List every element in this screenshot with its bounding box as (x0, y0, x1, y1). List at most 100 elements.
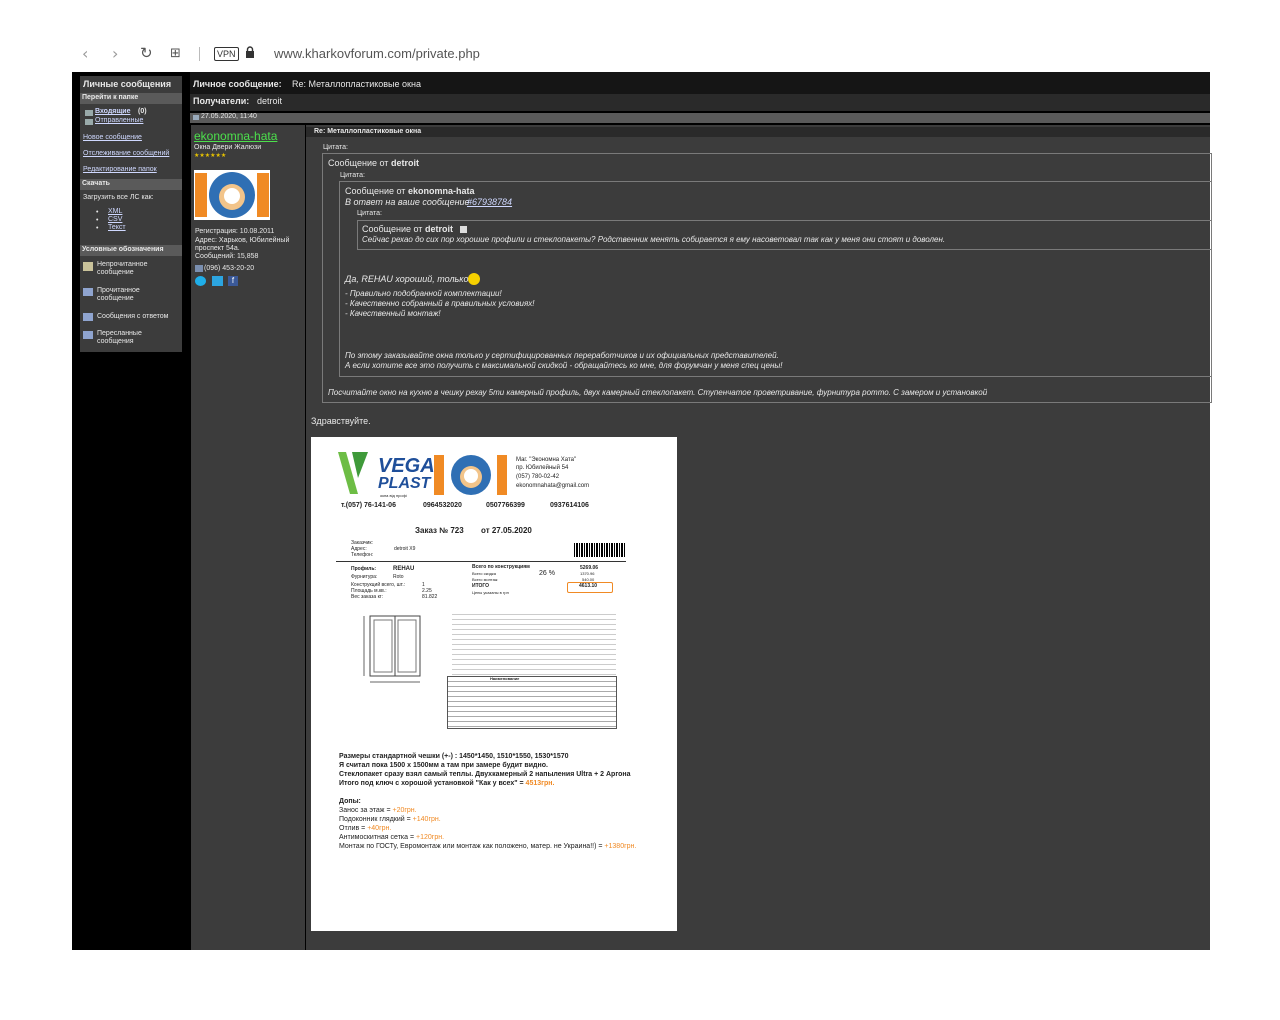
client-value: detroit X9 (394, 546, 416, 552)
ekonomna-hata-logo-icon (194, 170, 270, 220)
goto-folder-header: Перейти к папке (82, 94, 139, 101)
quote-label: Цитата: (323, 144, 348, 151)
extra-item: Монтаж по ГОСТу, Евромонтаж или монтаж к… (339, 843, 637, 850)
extra-item: Антимоскитная сетка = +120грн. (339, 834, 445, 841)
order-date: от 27.05.2020 (481, 526, 532, 535)
profile-value: 81.822 (422, 594, 438, 600)
total-line: Итого под ключ с хорошой установкой "Как… (339, 780, 555, 787)
view-post-icon[interactable] (460, 226, 467, 233)
divider (336, 561, 626, 562)
reply-note: По этому заказывайте окна только у серти… (345, 351, 779, 360)
post-icon (193, 115, 199, 120)
extras-title: Допы: (339, 798, 361, 805)
reply-to-label: В ответ на ваше сообщение (345, 197, 470, 207)
toolbar-divider (199, 47, 200, 61)
message-date: 27.05.2020, 11:40 (201, 113, 257, 120)
sum-total: 4613.10 (579, 583, 598, 589)
username-link[interactable]: ekonomna-hata (194, 129, 277, 143)
vega-plast-logo-icon (338, 452, 368, 494)
edit-folders-link[interactable]: Редактирование папок (83, 166, 157, 173)
inbox-count: (0) (138, 108, 147, 115)
spec-details (452, 610, 616, 676)
message-header-subject: Re: Металлопластиковые окна (292, 79, 421, 89)
user-registration: Регистрация: 10.08.2011 (195, 228, 275, 235)
greeting: Здравствуйте. (311, 416, 371, 426)
download-csv-link[interactable]: CSV (108, 216, 122, 223)
bullet: • (96, 217, 99, 224)
download-xml-link[interactable]: XML (108, 208, 122, 215)
tracking-link[interactable]: Отслеживание сообщений (83, 150, 169, 157)
sidebar-item-inbox[interactable]: Входящие (95, 108, 131, 115)
sum-value: 1370.96 (580, 571, 595, 576)
new-message-link[interactable]: Новое сообщение (83, 134, 142, 141)
extra-item: Подоконник глядкий = +140грн. (339, 816, 441, 823)
bullet: • (96, 225, 99, 232)
replied-message-icon (83, 313, 93, 321)
summary-line: Стеклопакет сразу взял самый теплы. Двух… (339, 771, 631, 778)
sidebar-item-sent[interactable]: Отправленные (95, 117, 143, 124)
profile-label: Профиль: (351, 566, 377, 572)
skype-icon[interactable] (195, 276, 206, 286)
recipients-row (190, 94, 1210, 111)
back-icon[interactable]: ‹ (82, 44, 88, 63)
shop-email: ekonomnahata@gmail.com (516, 483, 590, 489)
spec-table-header: Наименование (490, 676, 520, 681)
read-message-icon (83, 288, 93, 296)
lock-icon[interactable] (245, 46, 255, 59)
legend-read: Прочитанное сообщение (97, 287, 140, 302)
invoice-phone: 0964532020 (423, 502, 462, 509)
extra-item: Занос за этаж = +20грн. (339, 807, 417, 814)
browser-toolbar: ‹ › ↻ ⊞ VPN www.kharkovforum.com/private… (0, 0, 1280, 72)
shop-name: Маг. "Экономна Хата" (516, 457, 577, 463)
quote-label: Цитата: (357, 210, 382, 217)
recipients-label: Получатели: (193, 96, 250, 106)
telegram-icon[interactable] (212, 276, 223, 286)
quoted-text: Сейчас рехао до сих пор хорошие профили … (362, 235, 946, 244)
forwarded-message-icon (83, 331, 93, 339)
quote-author: detroit (391, 158, 419, 168)
user-phone: (096) 453-20-20 (204, 265, 255, 272)
recipients-value: detroit (257, 96, 283, 106)
extra-item: Отлив = +40грн. (339, 825, 392, 832)
brand-tagline: окна від профі (380, 493, 407, 498)
sum-label: ИТОГО (472, 583, 490, 589)
tabs-grid-icon[interactable]: ⊞ (170, 46, 181, 61)
summary-line: Размеры стандартной чешки (+-) : 1450*14… (339, 753, 569, 760)
subject-row (306, 127, 1210, 137)
unread-message-icon (83, 262, 93, 271)
profile-value: Roto (393, 574, 404, 580)
quote-from: Сообщение от (362, 224, 423, 234)
sum-label: Всего скидка (472, 571, 496, 576)
shop-address: пр. Юбилейный 54 (516, 465, 569, 471)
legend-header: Условные обозначения (82, 246, 164, 253)
client-label: Телефон: (351, 552, 374, 558)
barcode-icon (574, 543, 626, 557)
vpn-badge[interactable]: VPN (214, 47, 239, 61)
user-tagline: Окна Двери Жалюзи (194, 144, 262, 151)
sidebar-title: Личные сообщения (83, 79, 172, 89)
download-text-link[interactable]: Текст (108, 224, 126, 231)
download-header: Скачать (82, 180, 110, 187)
profile-label: Фурнитура: (351, 574, 378, 580)
shop-phone: (057) 780-02-42 (516, 474, 560, 480)
reply-text: Да, REHAU хороший, только (345, 274, 469, 284)
address-bar[interactable]: www.kharkovforum.com/private.php (274, 46, 480, 61)
thumbs-up-smiley-icon (468, 273, 480, 285)
legend-unread: Непрочитанное сообщение (97, 261, 148, 276)
reply-to-message-link[interactable]: #67938784 (467, 197, 512, 207)
message-header-label: Личное сообщение: (193, 79, 282, 89)
bullet: • (96, 209, 99, 216)
user-rank-stars: ★★★★★★ (194, 153, 227, 159)
facebook-icon[interactable]: f (228, 276, 238, 286)
profile-label: Вес заказа кг: (351, 594, 383, 600)
reply-note: А если хотите все это получить с максима… (345, 361, 783, 370)
forward-icon[interactable]: › (112, 44, 118, 63)
total-value: 4513грн. (525, 780, 555, 787)
ekonomna-hata-invoice-logo-icon (434, 455, 507, 495)
invoice-phone: 0937614106 (550, 502, 589, 509)
quote-author: ekonomna-hata (408, 186, 475, 196)
invoice-phone: т.(057) 76-141-06 (341, 502, 396, 509)
user-posts: Сообщений: 15,858 (195, 253, 259, 260)
reload-icon[interactable]: ↻ (140, 44, 153, 62)
discount-percent: 26 % (539, 570, 555, 577)
